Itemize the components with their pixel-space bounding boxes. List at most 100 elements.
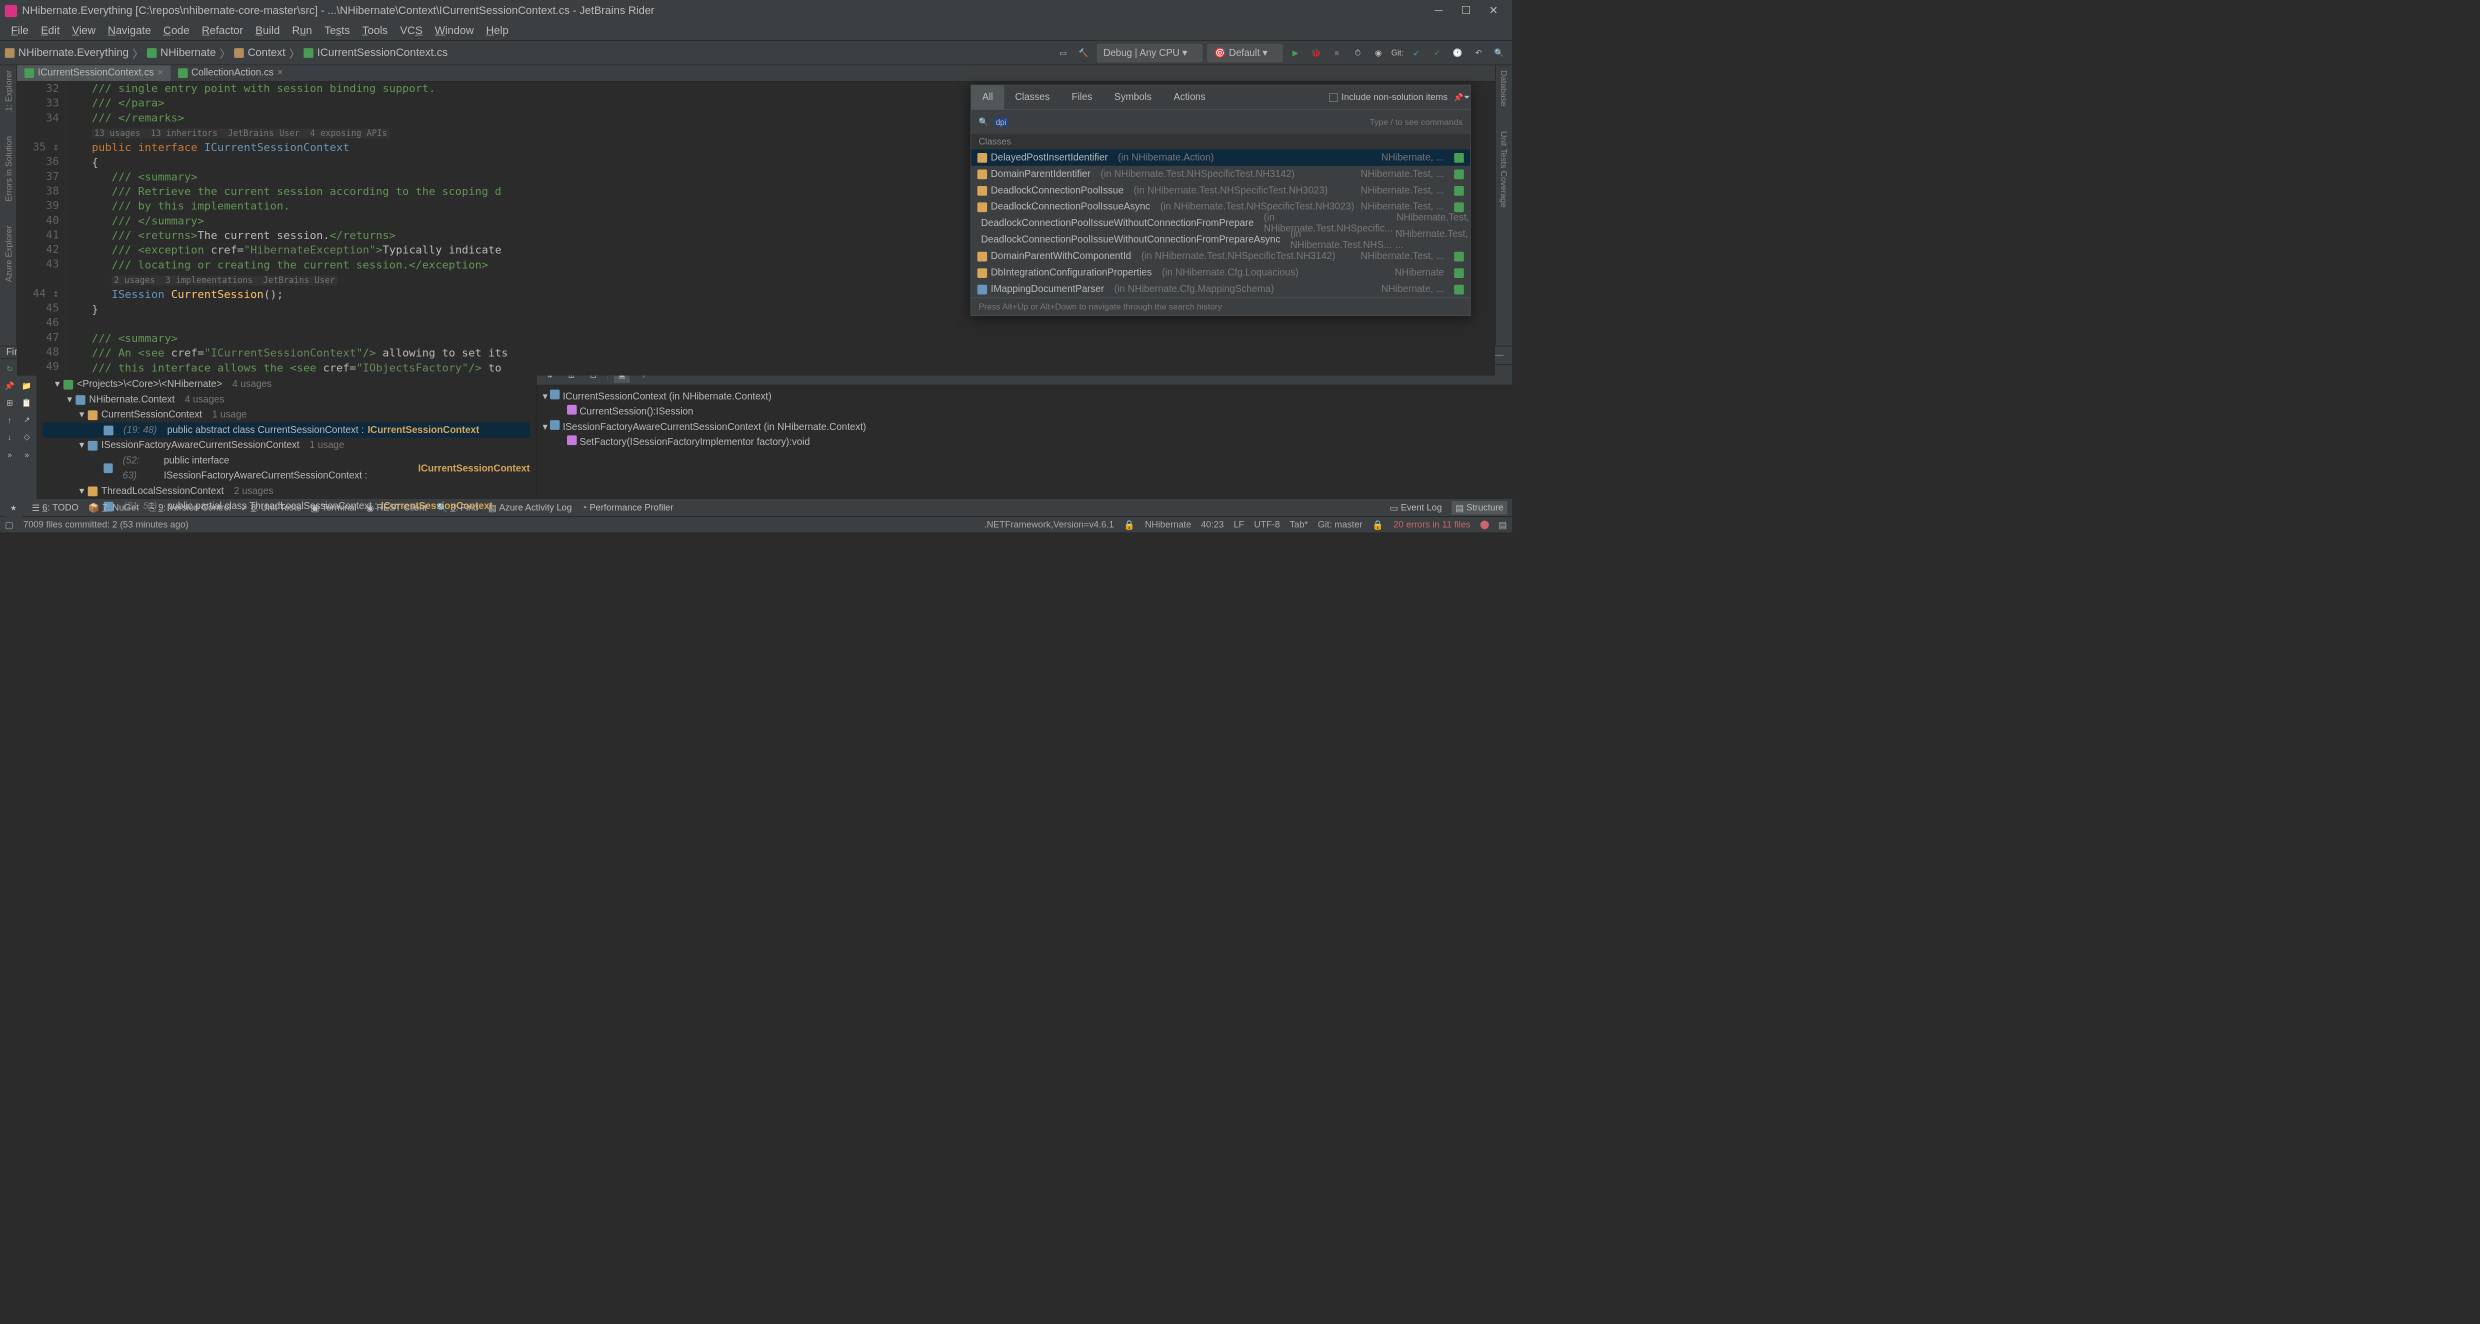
status-more[interactable]: ▤ (1499, 519, 1508, 530)
search-tab-symbols[interactable]: Symbols (1103, 85, 1162, 109)
status-encoding[interactable]: UTF-8 (1254, 519, 1280, 529)
find-results-tree[interactable]: ▾ Base type 4 usages ▾ <Projects>\<Core>… (37, 359, 536, 516)
error-indicator-icon[interactable] (1480, 520, 1489, 529)
close-button[interactable]: ✕ (1480, 0, 1507, 21)
group-button[interactable]: 📁 (20, 379, 35, 394)
maximize-button[interactable]: ☐ (1452, 0, 1479, 21)
menu-code[interactable]: Code (157, 24, 195, 37)
breadcrumb[interactable]: NHibernate.Everything〉 NHibernate〉 Conte… (5, 45, 448, 61)
git-commit-button[interactable]: ✓ (1429, 45, 1445, 61)
status-project[interactable]: NHibernate (1145, 519, 1191, 529)
git-history-button[interactable]: 🕐 (1450, 45, 1466, 61)
tw-find[interactable]: 🔍 3: Find (437, 502, 479, 513)
search-result-item[interactable]: DbIntegrationConfigurationProperties (in… (971, 265, 1470, 281)
tree-usage[interactable]: (19: 48) public abstract class CurrentSe… (43, 423, 530, 438)
structure-member[interactable]: SetFactory(ISessionFactoryImplementor fa… (543, 435, 1506, 450)
editor-tab[interactable]: CollectionAction.cs × (171, 65, 291, 81)
status-tool-icon[interactable]: ▢ (5, 519, 14, 530)
next-button[interactable]: ↓ (2, 430, 17, 445)
search-tab-actions[interactable]: Actions (1163, 85, 1217, 109)
tw-nuget[interactable]: 📦 7: NuGet (88, 502, 138, 513)
menu-refactor[interactable]: Refactor (196, 24, 250, 37)
search-result-item[interactable]: DeadlockConnectionPoolIssueAsync (in NHi… (971, 199, 1470, 215)
tab-close-button[interactable]: × (157, 68, 163, 79)
search-result-item[interactable]: DeadlockConnectionPoolIssueWithoutConnec… (971, 232, 1470, 248)
breadcrumb-item[interactable]: NHibernate.Everything (18, 46, 128, 59)
minimize-button[interactable]: ─ (1425, 0, 1452, 21)
search-result-item[interactable]: DelayedPostInsertIdentifier (in NHiberna… (971, 149, 1470, 165)
structure-member[interactable]: CurrentSession():ISession (543, 404, 1506, 419)
search-everywhere-button[interactable]: 🔍 (1491, 45, 1507, 61)
tw-rest[interactable]: ◉ REST Client (366, 502, 427, 513)
breadcrumb-item[interactable]: Context (248, 46, 286, 59)
editor-tab[interactable]: ICurrentSessionContext.cs × (17, 65, 170, 81)
menu-window[interactable]: Window (429, 24, 480, 37)
rail-database[interactable]: Database (1499, 70, 1509, 107)
pin-button[interactable]: 📌 (2, 379, 17, 394)
menu-help[interactable]: Help (480, 24, 515, 37)
tree-node[interactable]: ▾ ISessionFactoryAwareCurrentSessionCont… (43, 438, 530, 453)
tw-terminal[interactable]: ▣ Terminal (311, 502, 357, 513)
menu-build[interactable]: Build (249, 24, 286, 37)
prev-button[interactable]: ↑ (2, 413, 17, 428)
breadcrumb-item[interactable]: NHibernate (160, 46, 216, 59)
tw-vcs[interactable]: ⎘ 9: Version Control (149, 502, 231, 512)
expand-button[interactable]: ⊞ (2, 396, 17, 411)
run-config-selector[interactable]: Debug | Any CPU ▾ (1097, 44, 1203, 62)
tree-node[interactable]: ▾ CurrentSessionContext 1 usage (43, 407, 530, 422)
rerun-button[interactable]: ↻ (2, 362, 17, 377)
structure-tree[interactable]: ▾ ICurrentSessionContext (in NHibernate.… (537, 385, 1513, 498)
export-button[interactable]: ↗ (20, 413, 35, 428)
tree-node[interactable]: ▾ ThreadLocalSessionContext 2 usages (43, 483, 530, 498)
tw-profiler[interactable]: ◔ Performance Profiler (582, 502, 674, 512)
search-query[interactable]: dpi (995, 117, 1008, 126)
search-tab-all[interactable]: All (971, 85, 1004, 109)
search-tab-files[interactable]: Files (1061, 85, 1104, 109)
search-result-item[interactable]: IMappingDocumentParser (in NHibernate.Cf… (971, 281, 1470, 297)
menu-vcs[interactable]: VCS (394, 24, 429, 37)
preview-button[interactable]: ◇ (20, 430, 35, 445)
more-button[interactable]: » (2, 447, 17, 462)
tree-node[interactable]: ▾ <Projects>\<Core>\<NHibernate> 4 usage… (43, 377, 530, 392)
status-framework[interactable]: .NETFramework,Version=v4.6.1 (984, 519, 1114, 529)
rail-errors[interactable]: Errors in Solution (3, 136, 13, 201)
search-tab-classes[interactable]: Classes (1004, 85, 1061, 109)
tw-eventlog[interactable]: ▭ Event Log (1390, 502, 1442, 513)
stop-button[interactable]: ■ (1329, 45, 1345, 61)
coverage-button[interactable]: ◉ (1370, 45, 1386, 61)
menu-navigate[interactable]: Navigate (102, 24, 158, 37)
tw-todo[interactable]: ☰ 6: TODO (32, 502, 79, 513)
menu-edit[interactable]: Edit (35, 24, 66, 37)
structure-node[interactable]: ▾ ICurrentSessionContext (in NHibernate.… (543, 389, 1506, 404)
rail-explorer[interactable]: 1: Explorer (3, 70, 13, 111)
build-button[interactable]: 🔨 (1076, 45, 1092, 61)
search-result-item[interactable]: DomainParentIdentifier (in NHibernate.Te… (971, 166, 1470, 182)
structure-node[interactable]: ▾ ISessionFactoryAwareCurrentSessionCont… (543, 419, 1506, 434)
menu-tools[interactable]: Tools (356, 24, 394, 37)
debug-button[interactable]: 🐞 (1308, 45, 1324, 61)
more-button-2[interactable]: » (20, 447, 35, 462)
tree-usage[interactable]: (52: 63) public interface ISessionFactor… (43, 453, 530, 483)
status-errors[interactable]: 20 errors in 11 files (1393, 519, 1470, 529)
tab-close-button[interactable]: × (277, 68, 283, 79)
device-button[interactable]: ▭ (1055, 45, 1071, 61)
search-result-item[interactable]: DomainParentWithComponentId (in NHiberna… (971, 248, 1470, 264)
menu-view[interactable]: View (66, 24, 102, 37)
status-position[interactable]: 40:23 (1201, 519, 1224, 529)
collapse-button[interactable]: 📋 (20, 396, 35, 411)
tw-structure[interactable]: ▤ Structure (1452, 501, 1508, 514)
git-update-button[interactable]: ↙ (1408, 45, 1424, 61)
tree-node[interactable]: ▾ NHibernate.Context 4 usages (43, 392, 530, 407)
rail-favorites[interactable]: ★ (10, 503, 17, 512)
tw-azure[interactable]: ▤ Azure Activity Log (488, 502, 572, 513)
search-result-item[interactable]: DeadlockConnectionPoolIssue (in NHiberna… (971, 182, 1470, 198)
run-button[interactable]: ▶ (1288, 45, 1304, 61)
status-lineending[interactable]: LF (1234, 519, 1245, 529)
tw-tests[interactable]: ✓ 8: Unit Tests (241, 502, 301, 513)
rail-azure[interactable]: Azure Explorer (3, 226, 13, 282)
breadcrumb-item[interactable]: ICurrentSessionContext.cs (317, 46, 448, 59)
menu-file[interactable]: File (5, 24, 35, 37)
status-indent[interactable]: Tab* (1290, 519, 1308, 529)
status-git[interactable]: Git: master (1318, 519, 1363, 529)
include-non-solution-checkbox[interactable]: Include non-solution items (1329, 92, 1454, 102)
